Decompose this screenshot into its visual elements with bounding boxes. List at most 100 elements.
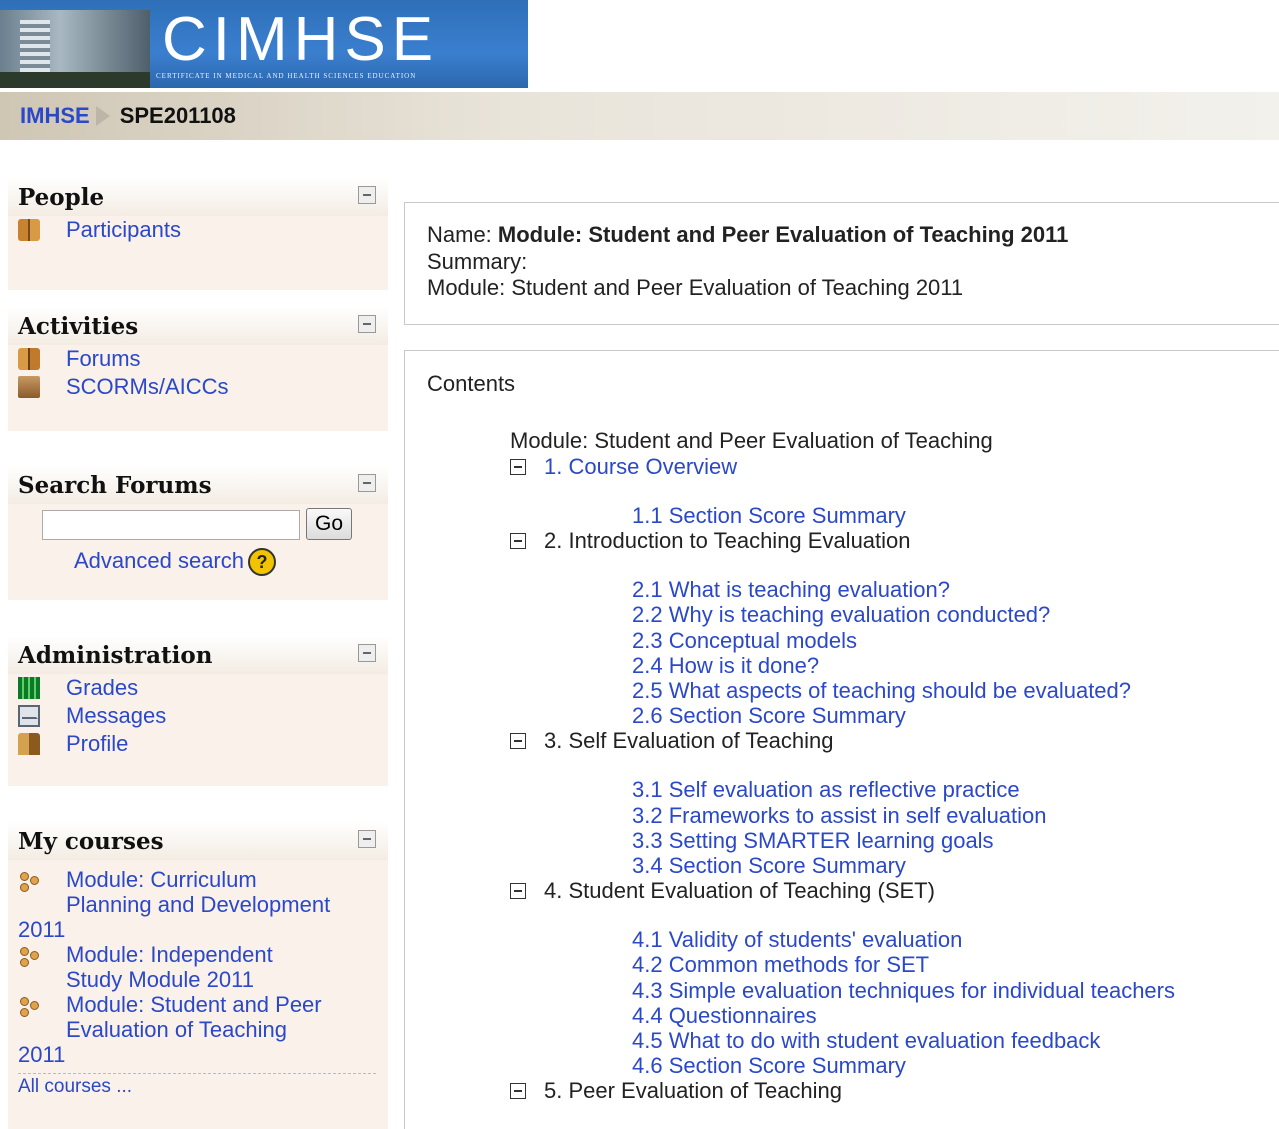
banner-title: CIMHSE [162,5,440,74]
toc-item-link[interactable]: 4.5 What to do with student evaluation f… [632,1028,1279,1053]
contents-title: Contents [427,371,516,396]
search-go-button[interactable]: Go [306,508,352,540]
toc-item-link[interactable]: 4.2 Common methods for SET [632,952,1279,977]
course-icon [18,995,42,1019]
grades-icon [18,677,40,699]
site-banner-logo[interactable]: CIMHSE CERTIFICATE IN MEDICAL AND HEALTH… [0,0,528,88]
toc-item-link[interactable]: 3.1 Self evaluation as reflective practi… [632,777,1279,802]
block-title: Search Forums [18,472,212,499]
toc-item-link[interactable]: 2.5 What aspects of teaching should be e… [632,678,1279,703]
sidebar-item-profile[interactable]: Profile [8,730,388,758]
block-header: Search Forums [8,466,388,504]
profile-link[interactable]: Profile [66,731,128,756]
help-icon[interactable]: ? [248,548,276,577]
left-sidebar: People Participants Activities Forums SC… [0,140,400,1129]
course-list-item[interactable]: Module: Student and Peer Evaluation of T… [8,992,388,1067]
course-title-line: Planning and Development [66,892,331,917]
course-list-item[interactable]: Module: Curriculum Planning and Developm… [8,867,388,942]
advanced-search-link[interactable]: Advanced search [74,548,244,573]
search-forums-block: Search Forums Go Advanced search? [8,466,388,600]
toc-section-link[interactable]: 1. Course Overview [544,454,737,479]
toc-item-link[interactable]: 4.1 Validity of students' evaluation [632,927,1279,952]
block-title: Activities [18,313,139,340]
block-header: Administration [8,636,388,674]
profile-icon [18,733,40,755]
collapse-icon[interactable] [358,474,376,492]
toc-section: 2. Introduction to Teaching Evaluation [510,528,1279,553]
sidebar-item-participants[interactable]: Participants [8,216,388,244]
course-title-line: Module: Student and Peer [66,992,322,1017]
block-header: People [8,178,388,216]
breadcrumb: IMHSE SPE201108 [0,92,1279,140]
course-list-item[interactable]: Module: Independent Study Module 2011 [8,942,388,992]
toc-subitems: 2.1 What is teaching evaluation? 2.2 Why… [510,553,1279,728]
forums-link[interactable]: Forums [66,346,141,371]
collapse-minus-icon[interactable] [510,733,526,750]
collapse-icon[interactable] [358,644,376,662]
sidebar-item-forums[interactable]: Forums [8,345,388,373]
collapse-minus-icon[interactable] [510,533,526,550]
course-title-line: 2011 [18,1042,66,1067]
forum-icon [18,348,40,370]
course-name: Module: Student and Peer Evaluation of T… [497,222,1069,247]
course-info-box: Name: Module: Student and Peer Evaluatio… [404,202,1279,325]
all-courses-row: All courses ... [18,1073,376,1098]
toc-section-title: 3. Self Evaluation of Teaching [544,728,834,754]
toc-item-link[interactable]: 3.4 Section Score Summary [632,853,1279,878]
block-header: My courses [8,822,388,860]
toc-item-link[interactable]: 4.4 Questionnaires [632,1003,1279,1028]
grades-link[interactable]: Grades [66,675,138,700]
block-title: My courses [18,828,164,855]
collapse-minus-icon[interactable] [510,459,526,475]
course-title-line: 2011 [18,917,66,942]
collapse-icon[interactable] [358,186,376,204]
breadcrumb-home-link[interactable]: IMHSE [20,103,90,129]
my-courses-block: My courses Module: Curriculum Planning a… [8,822,388,1129]
table-of-contents: Module: Student and Peer Evaluation of T… [510,428,1279,1103]
toc-item-link[interactable]: 2.1 What is teaching evaluation? [632,577,1279,602]
summary-label: Summary: [427,249,528,274]
toc-item-link[interactable]: 3.2 Frameworks to assist in self evaluat… [632,803,1279,828]
course-icon [18,945,42,969]
block-header: Activities [8,307,388,345]
messages-link[interactable]: Messages [66,703,166,728]
contents-box: Contents Module: Student and Peer Evalua… [404,350,1279,1129]
collapse-icon[interactable] [358,315,376,333]
search-forums-input[interactable] [42,510,300,540]
breadcrumb-current-course: SPE201108 [119,103,236,128]
course-title-line: Study Module 2011 [66,967,254,992]
toc-item-link[interactable]: 4.6 Section Score Summary [632,1053,1279,1078]
site-header: CIMHSE CERTIFICATE IN MEDICAL AND HEALTH… [0,0,1279,92]
course-icon [18,870,42,894]
scorm-package-icon [18,376,40,398]
toc-section-title: 5. Peer Evaluation of Teaching [544,1078,843,1104]
course-title-line: Module: Curriculum [66,867,257,892]
participants-link[interactable]: Participants [66,217,181,242]
toc-item-link[interactable]: 4.3 Simple evaluation techniques for ind… [632,978,1279,1003]
envelope-icon [18,705,40,727]
toc-item-link[interactable]: 2.2 Why is teaching evaluation conducted… [632,602,1279,627]
toc-section: 5. Peer Evaluation of Teaching [510,1078,1279,1103]
block-title: Administration [18,642,213,669]
course-link[interactable]: Module: Curriculum Planning and Developm… [18,867,331,942]
toc-item-link[interactable]: 1.1 Section Score Summary [632,503,1279,528]
collapse-icon[interactable] [358,830,376,848]
collapse-minus-icon[interactable] [510,883,526,900]
sidebar-item-scorms[interactable]: SCORMs/AICCs [8,373,388,401]
breadcrumb-separator-icon [95,106,110,126]
toc-section-title: 4. Student Evaluation of Teaching (SET) [544,878,935,904]
toc-section-title: 2. Introduction to Teaching Evaluation [544,528,911,554]
toc-item-link[interactable]: 3.3 Setting SMARTER learning goals [632,828,1279,853]
all-courses-link[interactable]: All courses ... [18,1076,132,1097]
scorms-link[interactable]: SCORMs/AICCs [66,374,229,399]
toc-subitems: 4.1 Validity of students' evaluation 4.2… [510,903,1279,1078]
toc-item-link[interactable]: 2.4 How is it done? [632,653,1279,678]
sidebar-item-grades[interactable]: Grades [8,674,388,702]
sidebar-item-messages[interactable]: Messages [8,702,388,730]
toc-item-link[interactable]: 2.6 Section Score Summary [632,703,1279,728]
course-link[interactable]: Module: Independent Study Module 2011 [66,942,273,992]
course-link[interactable]: Module: Student and Peer Evaluation of T… [18,992,322,1067]
toc-item-link[interactable]: 2.3 Conceptual models [632,628,1279,653]
collapse-minus-icon[interactable] [510,1083,526,1100]
building-photo [0,10,150,88]
